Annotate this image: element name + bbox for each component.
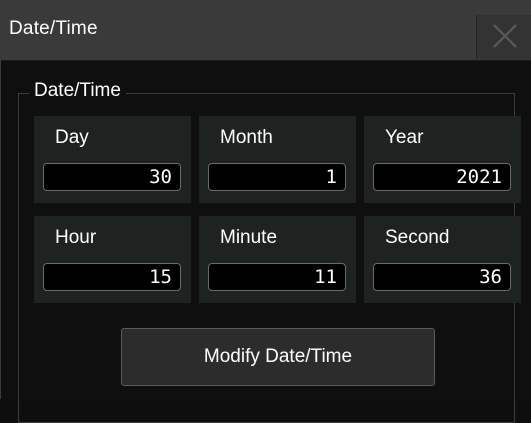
year-label: Year [385,127,424,148]
hour-cell: Hour 15 [34,216,191,303]
modify-date-time-button[interactable]: Modify Date/Time [121,328,435,386]
day-cell: Day 30 [34,116,191,203]
year-cell: Year 2021 [364,116,521,203]
second-input[interactable]: 36 [373,263,511,291]
close-button[interactable] [476,15,531,59]
year-input[interactable]: 2021 [373,163,511,191]
hour-input[interactable]: 15 [43,263,181,291]
minute-label: Minute [220,227,278,248]
day-input[interactable]: 30 [43,163,181,191]
second-label: Second [385,227,450,248]
month-label: Month [220,127,273,148]
minute-input[interactable]: 11 [208,263,346,291]
title-bar: Date/Time [1,0,531,61]
close-icon [493,24,517,48]
month-input[interactable]: 1 [208,163,346,191]
date-time-dialog: Date/Time Date/Time Day 30 Month 1 Year … [0,0,531,423]
second-cell: Second 36 [364,216,521,303]
hour-label: Hour [55,227,97,248]
group-label: Date/Time [29,80,126,102]
month-cell: Month 1 [199,116,356,203]
day-label: Day [55,127,89,148]
minute-cell: Minute 11 [199,216,356,303]
dialog-title: Date/Time [9,18,98,39]
